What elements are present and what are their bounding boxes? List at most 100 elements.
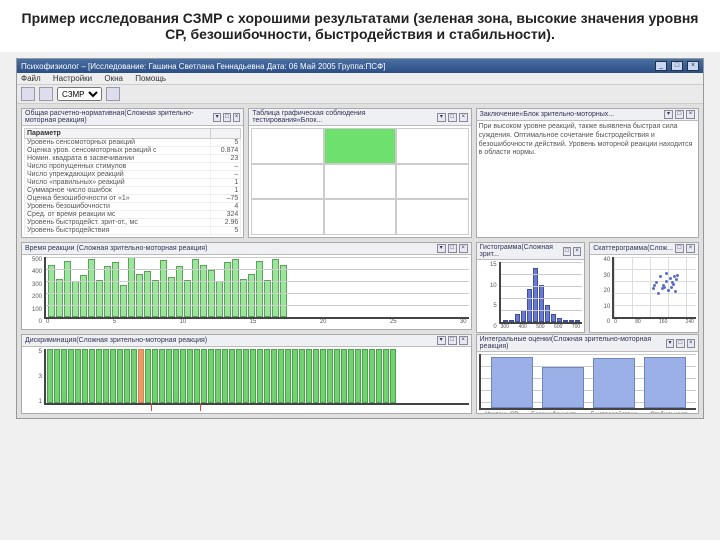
table-row: Сред. от время реакции мс324 [25,211,241,219]
pane-min-button[interactable]: ▾ [666,339,674,348]
pane-max-button[interactable]: □ [676,339,684,348]
stripe [327,349,333,403]
tool-icon[interactable] [106,87,120,101]
stripe [159,349,165,403]
stripe [96,349,102,403]
bar [88,259,95,317]
stripe [257,349,263,403]
pane-close-button[interactable]: × [686,244,695,253]
slide-title: Пример исследования СЗМР с хорошими резу… [0,0,720,52]
stripe [194,349,200,403]
pane-max-button[interactable]: □ [448,336,457,345]
stripe [110,349,116,403]
bar [144,271,151,317]
pane-max-button[interactable]: □ [675,244,684,253]
bar [64,261,71,317]
stripe [124,349,130,403]
pane-close-button[interactable]: × [233,113,241,122]
bar [527,289,532,322]
bar [575,320,580,322]
bar [120,285,127,317]
bar [96,280,103,317]
pane-close-button[interactable]: × [459,113,468,122]
pane-close-button[interactable]: × [686,110,695,119]
pane-min-button[interactable]: ▾ [213,113,221,122]
pane-title: Общая расчетно-нормативная(Сложная зрите… [25,110,211,124]
bar [176,266,183,317]
pane-max-button[interactable]: □ [223,113,231,122]
pane-min-button[interactable]: ▾ [437,336,446,345]
conclusion-text: При высоком уровне реакций, также выявле… [479,123,696,158]
scatter-point [665,280,668,283]
pane-title: Гистограмма(Сложная зрит... [480,244,561,258]
maximize-button[interactable]: □ [671,61,683,71]
y-axis: 5004003002001000 [24,257,42,325]
bar [216,281,223,317]
pane-title: Интегральные оценки(Сложная зрительно-мо… [480,336,664,350]
pane-min-button[interactable]: ▾ [664,110,673,119]
x-axis: 080160240 [612,319,696,325]
tool-icon[interactable] [21,87,35,101]
stripe [89,349,95,403]
pane-close-button[interactable]: × [573,247,581,256]
pane-close-button[interactable]: × [459,336,468,345]
bar [72,281,79,317]
stripe [285,349,291,403]
dashboard: Общая расчетно-нормативная(Сложная зрите… [17,104,703,418]
stripe [103,349,109,403]
stripe [264,349,270,403]
pane-close-button[interactable]: × [459,244,468,253]
pane-max-button[interactable]: □ [448,113,457,122]
bar [551,314,556,322]
stripe [390,349,396,403]
table-row: Число упреждающих реакций– [25,171,241,179]
y-axis: 531 [24,349,42,405]
integral-bar [593,358,635,408]
bar [272,259,279,317]
close-button[interactable]: × [687,61,699,71]
bar [192,259,199,317]
params-table: Параметр Уровень сенсомоторных реакций5О… [24,128,241,235]
bar [104,266,111,317]
menu-windows[interactable]: Окна [104,74,123,83]
tool-icon[interactable] [39,87,53,101]
scatter-point [659,275,662,278]
integral-bar [542,367,584,408]
menubar: Файл Настройки Окна Помощь [17,73,703,84]
bar [509,320,514,322]
scatter-point [675,278,678,281]
stripe [341,349,347,403]
pane-min-button[interactable]: ▾ [437,244,446,253]
menu-settings[interactable]: Настройки [53,74,92,83]
histogram-chart [499,262,583,324]
y-axis: 403020100 [592,257,610,325]
timebar-pane: Время реакции (Сложная зрительно-моторна… [21,242,472,330]
table-row: Суммарное число ошибок1 [25,187,241,195]
pane-max-button[interactable]: □ [563,247,571,256]
titlebar-text: Психофизиолог – [Исследование: Гашина Св… [21,62,385,71]
pane-max-button[interactable]: □ [675,110,684,119]
traffic-cell-on [324,128,396,164]
stripe [334,349,340,403]
bar [56,279,63,317]
stripe [243,349,249,403]
stripe [166,349,172,403]
menu-file[interactable]: Файл [21,74,41,83]
table-row: Уровень быстродействия5 [25,227,241,235]
bar [136,274,143,317]
table-row: Оценка уров. сенсомоторных реакций с0.87… [25,147,241,155]
pane-min-button[interactable]: ▾ [437,113,446,122]
scatter-point [676,274,679,277]
stripe [348,349,354,403]
pane-max-button[interactable]: □ [448,244,457,253]
bar [232,259,239,317]
minimize-button[interactable]: _ [655,61,667,71]
test-select[interactable]: СЗМР [57,87,102,101]
scatter-point [665,272,668,275]
bar [184,280,191,317]
stripe [215,349,221,403]
scatter-pane: Скаттерограмма(Слож...□× 403020100 08016… [589,242,699,333]
menu-help[interactable]: Помощь [135,74,166,83]
bar [264,280,271,317]
pane-close-button[interactable]: × [687,339,695,348]
